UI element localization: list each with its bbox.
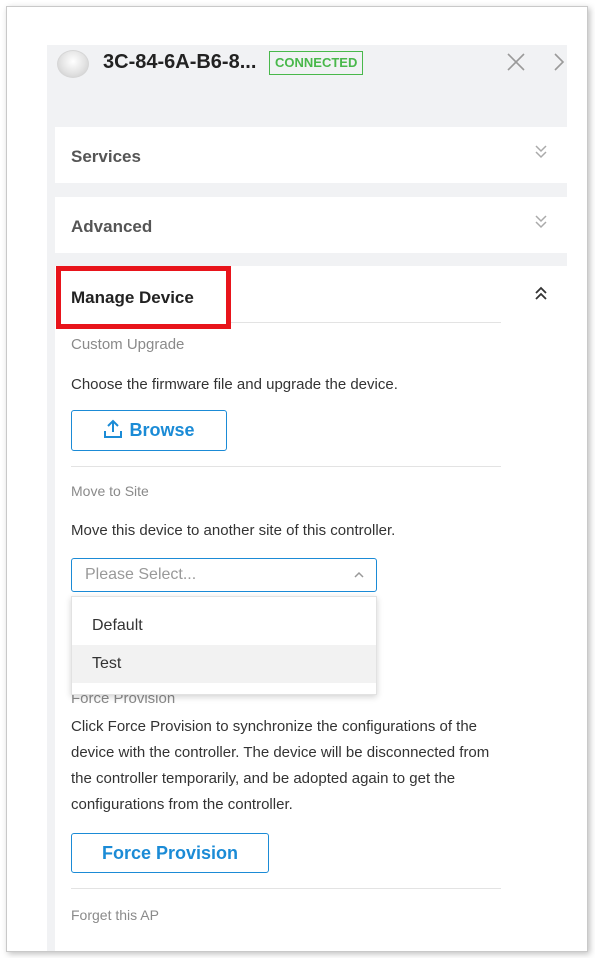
device-header: 3C-84-6A-B6-8... CONNECTED <box>47 45 567 93</box>
close-icon[interactable] <box>503 49 529 75</box>
browse-button[interactable]: Browse <box>71 410 227 451</box>
services-section[interactable]: Services <box>55 127 567 183</box>
move-to-site-description: Move this device to another site of this… <box>71 522 396 539</box>
chevron-up-icon <box>354 571 364 578</box>
services-title: Services <box>71 147 141 166</box>
upload-icon <box>104 419 123 438</box>
site-option-test[interactable]: Test <box>72 645 376 683</box>
custom-upgrade-description: Choose the firmware file and upgrade the… <box>71 376 398 393</box>
access-point-icon <box>57 50 89 78</box>
advanced-title: Advanced <box>71 217 153 236</box>
double-chevron-down-icon[interactable] <box>533 213 549 231</box>
forget-ap-label[interactable]: Forget this AP <box>71 907 159 923</box>
site-select-placeholder: Please Select... <box>85 566 197 583</box>
device-detail-panel: 3C-84-6A-B6-8... CONNECTED Services Adva… <box>47 45 567 951</box>
device-name: 3C-84-6A-B6-8... <box>103 51 257 73</box>
move-to-site-label: Move to Site <box>71 483 149 499</box>
site-option-default[interactable]: Default <box>72 607 376 645</box>
manage-device-section: Manage Device Custom Upgrade Choose the … <box>55 266 567 951</box>
force-provision-desc-line-3: the controller temporarily, and be adopt… <box>71 770 456 787</box>
divider <box>71 888 501 889</box>
double-chevron-up-icon[interactable] <box>533 284 549 302</box>
force-provision-desc-line-1: Click Force Provision to synchronize the… <box>71 718 478 735</box>
force-provision-desc-line-4: configurations from the controller. <box>71 796 293 813</box>
site-dropdown-menu: Default Test <box>71 596 377 695</box>
browse-label: Browse <box>129 420 195 440</box>
highlight-annotation <box>56 266 231 329</box>
force-provision-button[interactable]: Force Provision <box>71 833 269 873</box>
double-chevron-down-icon[interactable] <box>533 143 549 161</box>
advanced-section[interactable]: Advanced <box>55 197 567 253</box>
custom-upgrade-label: Custom Upgrade <box>71 336 185 353</box>
chevron-right-icon[interactable] <box>549 49 567 75</box>
divider <box>71 466 501 467</box>
site-select[interactable]: Please Select... <box>71 558 377 592</box>
divider <box>231 322 501 323</box>
status-badge: CONNECTED <box>269 51 364 75</box>
window-frame: 3C-84-6A-B6-8... CONNECTED Services Adva… <box>6 6 588 952</box>
force-provision-desc-line-2: device with the controller. The device w… <box>71 744 490 761</box>
